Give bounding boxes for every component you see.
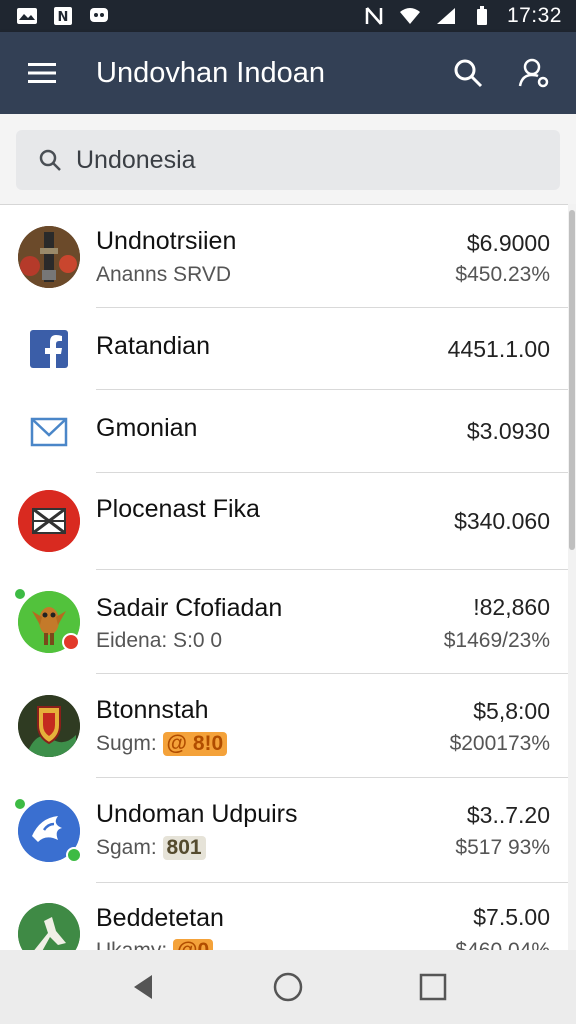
app-title: Undovhan Indoan: [96, 56, 325, 89]
item-price: $3.0930: [466, 418, 550, 444]
account-button[interactable]: [512, 51, 556, 95]
item-change: $517 93%: [455, 836, 550, 859]
list-item[interactable]: Undoman Udpuirs Sgam: 801 $3..7.20 $517 …: [0, 778, 568, 883]
home-button[interactable]: [263, 962, 313, 1012]
image-notification-icon: [16, 6, 38, 26]
list-item[interactable]: Sadair Cfofiadan Eidena: S:0 0 !82,860 $…: [0, 570, 568, 674]
flag-emblem-avatar: [18, 490, 80, 552]
item-subtitle: Sugm: @ 8!0: [96, 732, 228, 756]
search-input[interactable]: Undonesia: [16, 130, 560, 190]
item-name: Sadair Cfofiadan: [96, 594, 283, 622]
item-subtitle-label: Sugm:: [96, 732, 157, 755]
svg-text:N: N: [58, 10, 69, 25]
mail-icon: [28, 411, 70, 453]
item-change: $1469/23%: [443, 629, 550, 652]
item-name: Undnotrsiien: [96, 227, 237, 255]
item-name: Undoman Udpuirs: [96, 800, 298, 828]
list-item[interactable]: Btonnstah Sugm: @ 8!0 $5,8:00 $200173%: [0, 674, 568, 778]
online-indicator: [15, 799, 25, 809]
item-name: Beddetetan: [96, 904, 224, 932]
item-price: $3..7.20: [466, 802, 550, 828]
back-button[interactable]: [118, 962, 168, 1012]
person-settings-icon: [518, 58, 549, 88]
item-subtitle-label: Sgam:: [96, 836, 157, 859]
shield-photo-avatar: [18, 695, 80, 757]
status-badge: [66, 847, 82, 863]
back-triangle-icon: [133, 975, 152, 999]
search-button[interactable]: [446, 51, 490, 95]
list-item[interactable]: Plocenast Fika $340.060: [0, 473, 568, 570]
item-price: $340.060: [454, 508, 550, 534]
item-name: Btonnstah: [96, 696, 209, 724]
list-item[interactable]: Beddetetan Ukamy: @0 $7.5.00 $460 04%: [0, 883, 568, 951]
tag-chip: 801: [162, 836, 206, 860]
wifi-icon: [399, 6, 421, 26]
search-icon: [454, 59, 483, 88]
sim-notification-icon: N: [52, 6, 74, 26]
list-item[interactable]: Ratandian 4451.1.00: [0, 308, 568, 390]
item-list: Undnotrsiien Ananns SRVD $6.9000 $450.23…: [0, 204, 568, 951]
item-price: 4451.1.00: [447, 336, 550, 362]
signal-icon: [435, 6, 457, 26]
item-subtitle: Sgam: 801: [96, 836, 206, 860]
online-indicator: [15, 589, 25, 599]
search-icon: [39, 149, 61, 171]
item-name: Plocenast Fika: [96, 495, 260, 523]
battery-icon: [471, 6, 493, 26]
recents-button[interactable]: [408, 962, 458, 1012]
facebook-icon: [28, 328, 70, 370]
tower-photo-avatar: [18, 226, 80, 288]
notification-badge: [62, 633, 80, 651]
item-price: $7.5.00: [473, 904, 550, 930]
item-subtitle: Eidena: S:0 0: [96, 629, 223, 652]
nfc-icon: [363, 6, 385, 26]
item-name: Gmonian: [96, 414, 198, 442]
app-bar: Undovhan Indoan: [0, 32, 576, 114]
tag-chip: @ 8!0: [162, 732, 228, 756]
search-query: Undonesia: [76, 145, 196, 174]
status-bar: N 17:32: [0, 0, 576, 32]
list-item[interactable]: Gmonian $3.0930: [0, 390, 568, 473]
scrollbar[interactable]: [569, 210, 575, 550]
search-area: Undonesia: [0, 114, 576, 204]
chat-notification-icon: [88, 6, 110, 26]
item-price: $6.9000: [466, 230, 550, 256]
clock: 17:32: [506, 4, 562, 27]
list-item[interactable]: Undnotrsiien Ananns SRVD $6.9000 $450.23…: [0, 205, 568, 308]
item-price: !82,860: [473, 594, 550, 620]
item-price: $5,8:00: [473, 698, 550, 724]
system-nav-bar: [0, 950, 576, 1024]
menu-button[interactable]: [20, 51, 64, 95]
hamburger-icon: [28, 63, 56, 83]
item-change: $450.23%: [455, 263, 550, 286]
item-change: $200173%: [449, 732, 550, 755]
home-circle-icon: [273, 972, 303, 1002]
recents-square-icon: [420, 973, 447, 1001]
item-subtitle: Ananns SRVD: [96, 263, 232, 286]
item-name: Ratandian: [96, 332, 210, 360]
dancer-photo-avatar: [18, 903, 80, 951]
